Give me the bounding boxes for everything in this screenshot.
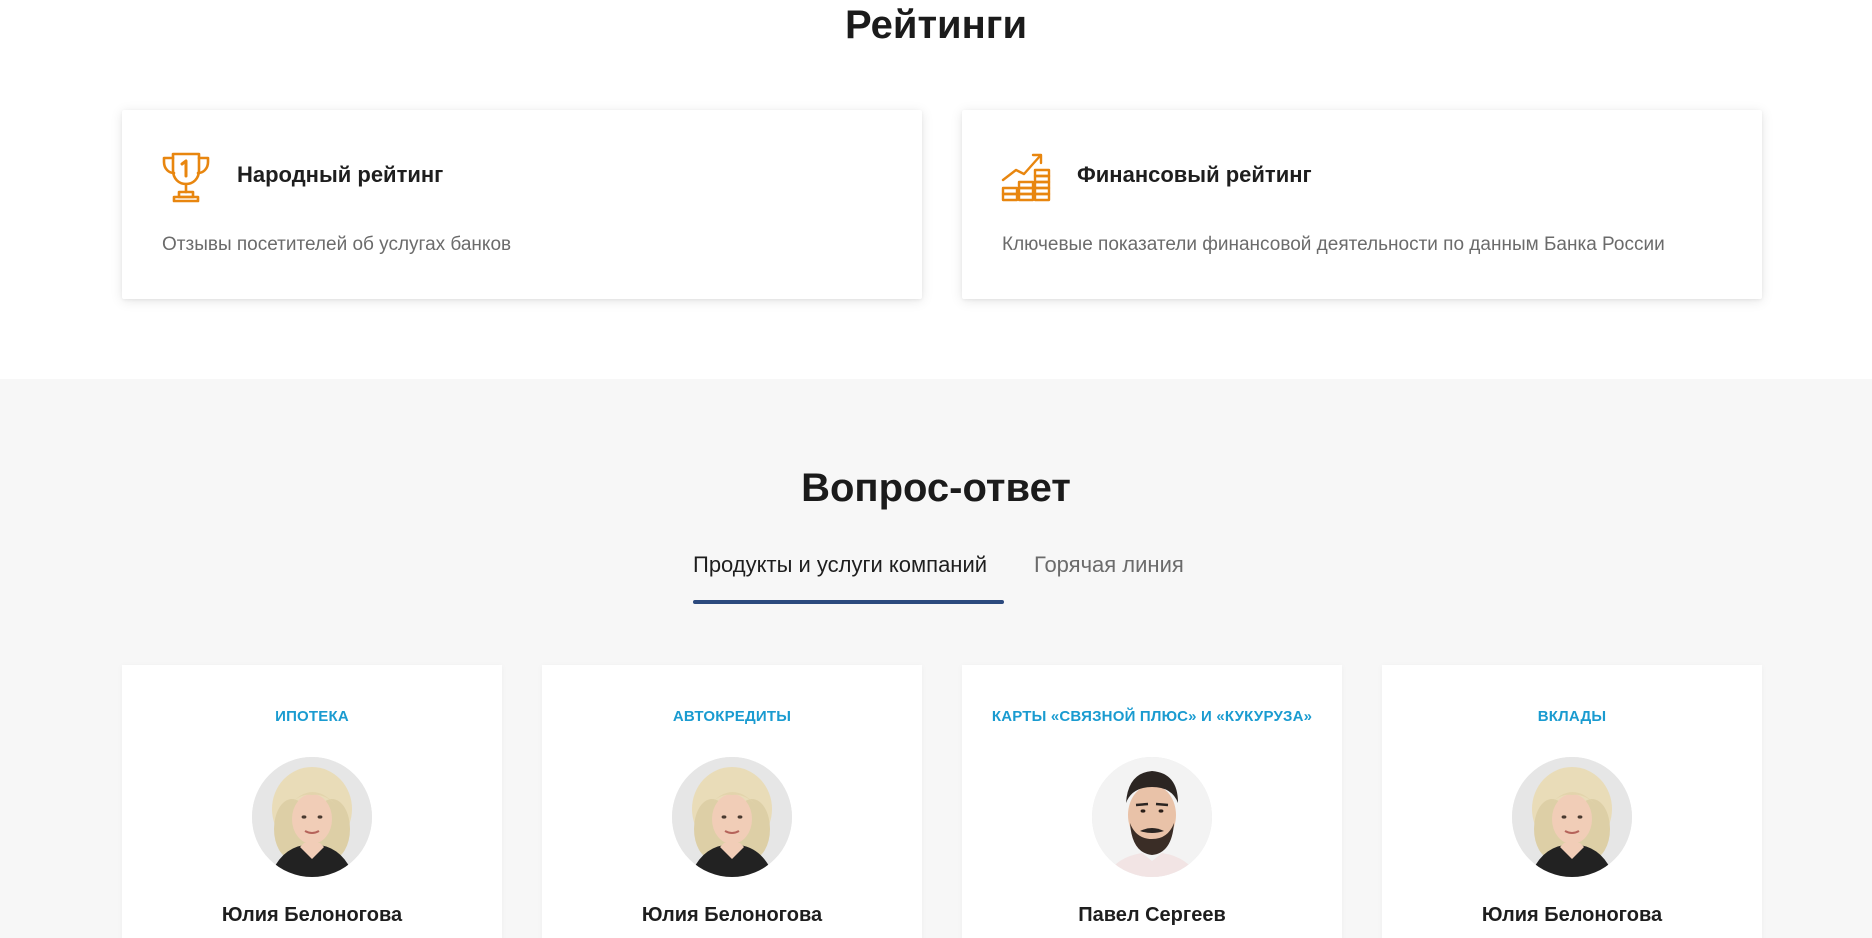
tab-products-services[interactable]: Продукты и услуги компаний: [693, 550, 987, 580]
qa-title: Вопрос-ответ: [801, 466, 1071, 510]
avatar: [252, 757, 372, 877]
expert-card[interactable]: Ипотека Юлия Белоногова: [122, 665, 502, 938]
expert-category-link[interactable]: Вклады: [1382, 707, 1762, 727]
expert-name: Юлия Белоногова: [221, 904, 403, 926]
expert-card[interactable]: Автокредиты Юлия Белоногова: [542, 665, 922, 938]
tab-hotline[interactable]: Горячая линия: [1034, 550, 1184, 580]
expert-category-link[interactable]: Автокредиты: [542, 707, 922, 727]
expert-name: Павел Сергеев: [1078, 904, 1226, 926]
avatar: [672, 757, 792, 877]
coins-growth-icon: [1001, 153, 1051, 202]
trophy-icon: [162, 152, 210, 203]
expert-category-link[interactable]: Карты «Связной Плюс» и «Кукуруза»: [962, 707, 1342, 727]
rating-name: Народный рейтинг: [237, 162, 444, 187]
expert-card[interactable]: Вклады Юлия Белоногова: [1382, 665, 1762, 938]
rating-name: Финансовый рейтинг: [1077, 162, 1312, 187]
avatar: [1092, 757, 1212, 877]
qa-tabs: Продукты и услуги компаний Горячая линия: [0, 550, 1872, 606]
active-tab-indicator: [693, 600, 1004, 604]
expert-name: Юлия Белоногова: [641, 904, 823, 926]
ratings-section: Рейтинги Народный рейтинг Отзывы посетит…: [0, 0, 1872, 379]
qa-section: Вопрос-ответ Продукты и услуги компаний …: [0, 379, 1872, 938]
rating-card-people[interactable]: Народный рейтинг Отзывы посетителей об у…: [122, 110, 922, 299]
rating-description: Отзывы посетителей об услугах банков: [162, 234, 512, 255]
expert-category-link[interactable]: Ипотека: [122, 707, 502, 727]
expert-name: Юлия Белоногова: [1481, 904, 1663, 926]
avatar: [1512, 757, 1632, 877]
rating-card-financial[interactable]: Финансовый рейтинг Ключевые показатели ф…: [962, 110, 1762, 299]
expert-card[interactable]: Карты «Связной Плюс» и «Кукуруза» Павел …: [962, 665, 1342, 938]
ratings-title: Рейтинги: [844, 3, 1028, 47]
rating-description: Ключевые показатели финансовой деятельно…: [1002, 234, 1665, 255]
